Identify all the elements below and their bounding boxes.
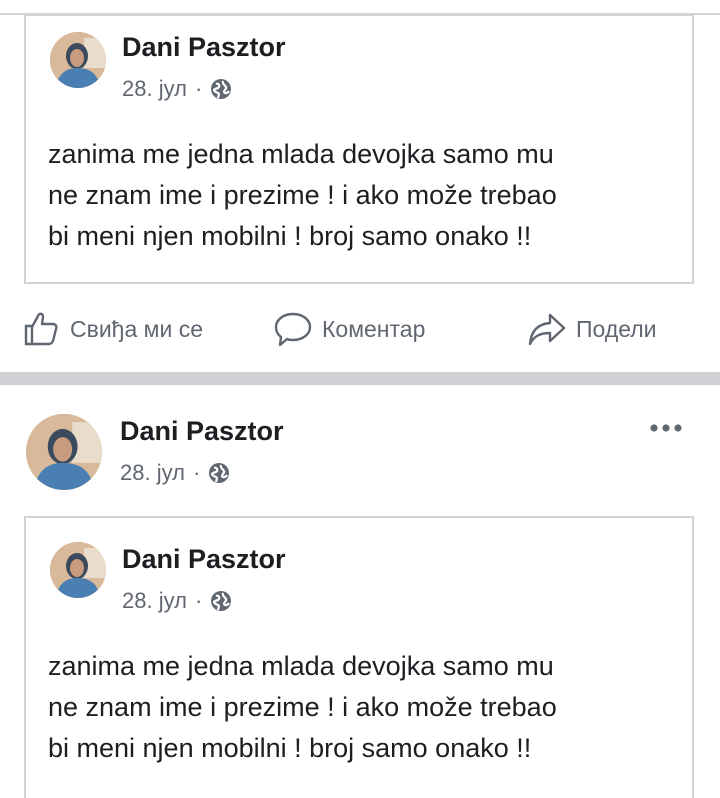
author-name[interactable]: Dani Pasztor — [122, 32, 286, 63]
post-text-line: zanima me jedna mlada devojka samo mu — [48, 139, 554, 169]
shared-post-card[interactable]: Dani Pasztor 28. јул · zanima me jedna m… — [24, 14, 694, 284]
feed-separator — [0, 372, 720, 385]
author-name[interactable]: Dani Pasztor — [120, 416, 284, 447]
meta-separator: · — [192, 460, 201, 485]
avatar-photo — [50, 32, 106, 88]
meta-separator: · — [194, 588, 203, 613]
thumbs-up-icon — [24, 312, 58, 346]
post-date[interactable]: 28. јул — [122, 588, 187, 614]
meta-separator: · — [194, 76, 203, 101]
comment-button[interactable]: Коментар — [272, 300, 425, 358]
avatar-photo — [26, 414, 102, 490]
avatar[interactable] — [50, 542, 106, 598]
avatar-photo — [50, 542, 106, 598]
post-text: zanima me jedna mlada devojka samo mu ne… — [48, 134, 678, 257]
share-button[interactable]: Подели — [526, 300, 657, 358]
shared-post-card[interactable]: Dani Pasztor 28. јул · zanima me jedna m… — [24, 516, 694, 798]
post-text-line: bi meni njen mobilni ! broj samo onako !… — [48, 733, 532, 763]
post-meta: 28. јул · — [122, 76, 232, 102]
post-text-line: bi meni njen mobilni ! broj samo onako !… — [48, 221, 532, 251]
post-text: zanima me jedna mlada devojka samo mu ne… — [48, 646, 678, 769]
share-label: Подели — [576, 315, 657, 342]
post-meta: 28. јул · — [122, 588, 232, 614]
globe-icon — [209, 463, 230, 483]
like-label: Свиђа ми се — [70, 315, 203, 342]
avatar[interactable] — [50, 32, 106, 88]
comment-label: Коментар — [322, 315, 426, 342]
share-icon — [528, 313, 566, 346]
globe-icon — [211, 79, 232, 99]
post-date[interactable]: 28. јул — [122, 76, 187, 102]
more-options-icon[interactable] — [648, 418, 688, 438]
avatar[interactable] — [26, 414, 102, 490]
post-text-line: zanima me jedna mlada devojka samo mu — [48, 651, 554, 681]
post-text-line: ne znam ime i prezime ! i ako može treba… — [48, 180, 557, 210]
comment-icon — [274, 312, 312, 347]
globe-icon — [211, 591, 232, 611]
author-name[interactable]: Dani Pasztor — [122, 544, 286, 575]
post-date[interactable]: 28. јул — [120, 460, 185, 486]
post-text-line: ne znam ime i prezime ! i ako može treba… — [48, 692, 557, 722]
like-button[interactable]: Свиђа ми се — [22, 300, 203, 358]
post-actions-bar: Свиђа ми се Коментар Подели — [0, 300, 720, 358]
post-meta: 28. јул · — [120, 460, 230, 486]
